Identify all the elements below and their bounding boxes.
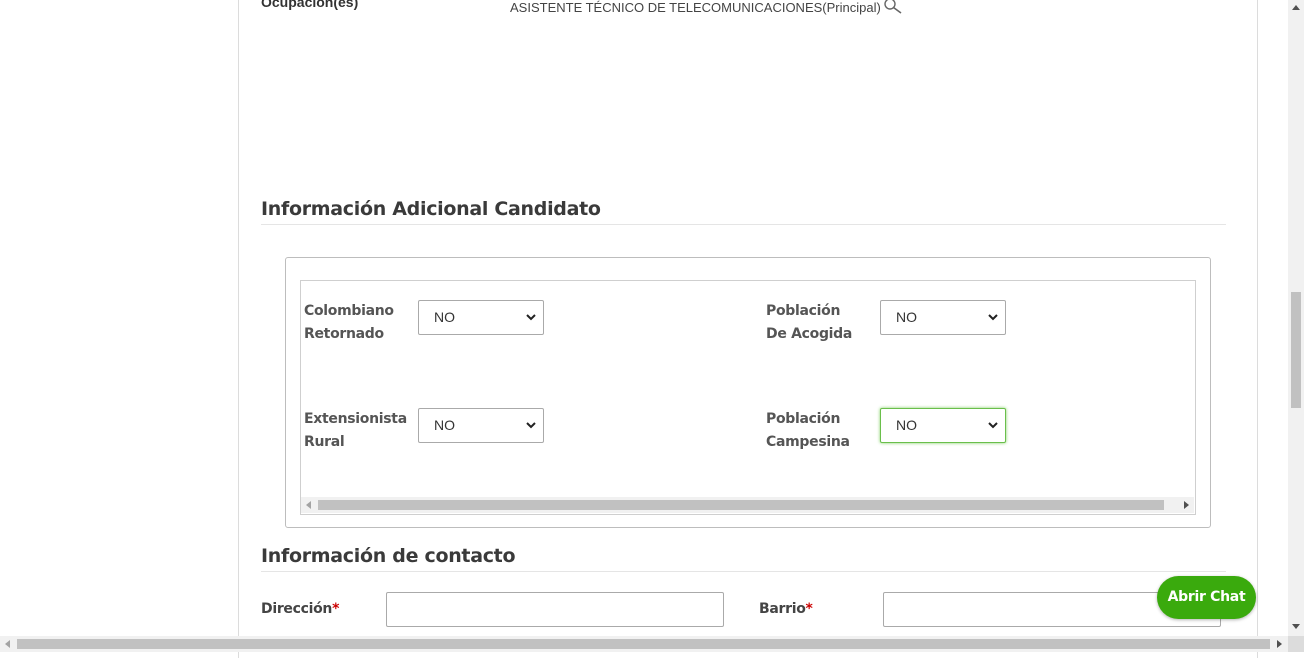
occupation-text: ASISTENTE TÉCNICO DE TELECOMUNICACIONES(…	[510, 0, 881, 15]
rural-extensionist-select[interactable]: NO	[418, 408, 544, 443]
address-label: Dirección*	[261, 601, 340, 617]
contact-info-title: Información de contacto	[261, 545, 516, 567]
scroll-right-icon[interactable]	[1184, 501, 1189, 509]
panel-scroll-thumb[interactable]	[318, 500, 1164, 510]
required-marker: *	[332, 601, 340, 617]
required-marker: *	[805, 601, 813, 617]
page-horizontal-scroll-thumb[interactable]	[17, 639, 1270, 649]
page-vertical-scroll-thumb[interactable]	[1291, 292, 1301, 408]
scroll-right-icon[interactable]	[1277, 640, 1282, 648]
additional-info-title: Información Adicional Candidato	[261, 198, 601, 220]
host-population-select[interactable]: NO	[880, 300, 1006, 335]
scroll-down-icon[interactable]	[1292, 624, 1300, 629]
host-population-label: Población De Acogida	[766, 303, 853, 342]
panel-horizontal-scrollbar[interactable]	[301, 497, 1194, 513]
page-horizontal-scrollbar[interactable]	[0, 636, 1288, 652]
peasant-population-label: Población Campesina	[766, 411, 850, 450]
chevron-down-icon	[988, 422, 998, 429]
peasant-population-select[interactable]: NO	[880, 408, 1006, 443]
page-vertical-scrollbar[interactable]	[1288, 0, 1304, 636]
open-chat-button[interactable]: Abrir Chat	[1157, 576, 1256, 619]
neighborhood-label: Barrio*	[759, 601, 813, 617]
scroll-up-icon[interactable]	[1292, 5, 1300, 10]
section-divider	[261, 571, 1226, 572]
chevron-down-icon	[988, 314, 998, 321]
chevron-down-icon	[526, 422, 536, 429]
section-divider	[261, 224, 1226, 225]
returned-colombian-select[interactable]: NO	[418, 300, 544, 335]
rural-extensionist-label: Extensionista Rural	[304, 411, 407, 450]
occupation-value: ASISTENTE TÉCNICO DE TELECOMUNICACIONES(…	[510, 0, 903, 17]
scrollbar-corner	[1288, 636, 1304, 652]
chevron-down-icon	[526, 314, 536, 321]
scroll-left-icon[interactable]	[306, 501, 311, 509]
scroll-left-icon[interactable]	[5, 640, 10, 648]
address-input[interactable]	[386, 592, 724, 627]
search-icon[interactable]	[883, 0, 903, 17]
returned-colombian-label: Colombiano Retornado	[304, 303, 394, 342]
occupation-label: Ocupación(es)	[261, 0, 359, 10]
